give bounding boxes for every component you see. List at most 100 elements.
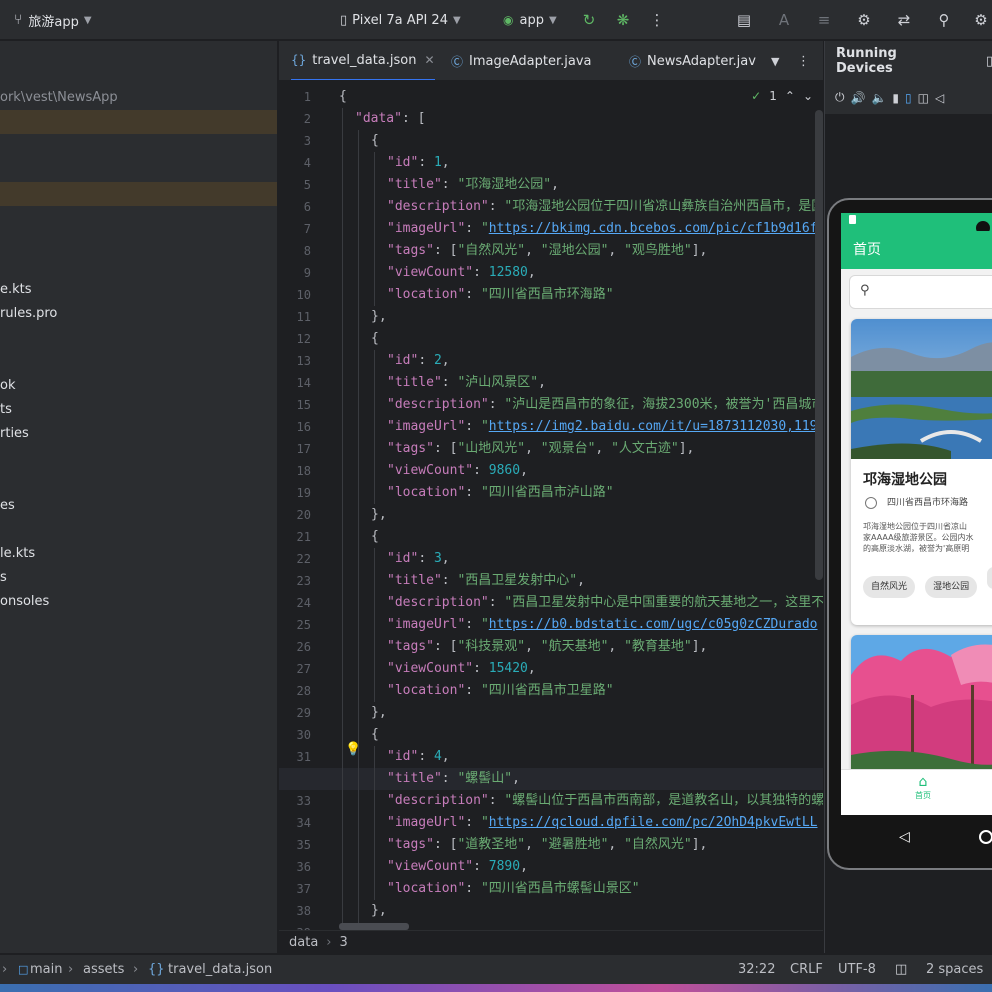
nav-home[interactable]: ⌂ 首页 [903,774,943,801]
attraction-card[interactable] [851,635,992,775]
code-line[interactable]: "id": 2, [339,350,450,372]
translate-icon[interactable]: A [773,9,795,31]
chevron-down-icon[interactable]: ⌄ [803,89,813,103]
tree-item[interactable]: le.kts [0,542,277,566]
code-line[interactable]: "title": "西昌卫星发射中心", [339,570,585,592]
more-vertical-icon[interactable]: ⋮ [646,9,668,31]
sync-icon[interactable]: ⇄ [893,9,915,31]
vertical-scrollbar[interactable] [815,110,823,580]
code-line[interactable]: "description": "螺髻山位于西昌市西南部，是道教名山，以其独特的螺 [339,790,823,812]
breadcrumb-item[interactable]: data [289,935,318,950]
code-line[interactable]: "tags": ["自然风光", "湿地公园", "观鸟胜地"], [339,240,707,262]
tab-image-adapter[interactable]: Ⓒ ImageAdapter.java [451,41,591,80]
code-line[interactable]: "location": "四川省西昌市螺髻山景区" [339,878,640,900]
tree-item[interactable]: e.kts [0,278,277,302]
tree-item[interactable]: es [0,494,277,518]
device-tab-icon[interactable]: ▯ [986,54,992,69]
readonly-toggle-icon[interactable]: ◫ [895,955,907,985]
power-icon[interactable]: ⏻ [835,90,845,105]
code-line[interactable]: "location": "四川省西昌市泸山路" [339,482,614,504]
tab-travel-data-json[interactable]: {} travel_data.json ✕ [291,41,435,80]
code-line[interactable]: }, [339,306,387,328]
code-line[interactable]: "description": "西昌卫星发射中心是中国重要的航天基地之一，这里不 [339,592,823,614]
debug-icon[interactable]: ❋ [612,9,634,31]
more-vertical-icon[interactable]: ⋮ [797,54,810,69]
tree-item[interactable]: ts [0,398,277,422]
rotate-right-icon[interactable]: ▯ [905,91,912,105]
code-line[interactable]: }, [339,702,387,724]
code-line[interactable]: "title": "泸山风景区", [339,372,546,394]
code-line[interactable]: "id": 3, [339,548,450,570]
code-line[interactable]: "tags": ["道教圣地", "避暑胜地", "自然风光"], [339,834,707,856]
status-breadcrumb-item[interactable]: main [30,955,62,985]
code-editor[interactable]: 1 2 3 4 5 6 7 8 9 10 11 12 13 14 15 16 17 18 19 20 21 22 23 24 2… [279,82,823,930]
caret-position[interactable]: 32:22 [738,955,775,985]
tag-chip[interactable]: 自然风光 [863,576,916,598]
attraction-card[interactable]: 邛海湿地公园 四川省西昌市环海路 邛海湿地公园位于四川省凉山 家AAAA级旅游景… [851,319,992,625]
code-line[interactable]: "description": "邛海湿地公园位于四川省凉山彝族自治州西昌市，是国 [339,196,823,218]
code-line[interactable]: "tags": ["科技景观", "航天基地", "教育基地"], [339,636,707,658]
code-line[interactable]: "location": "四川省西昌市卫星路" [339,680,614,702]
code-line[interactable]: }, [339,504,387,526]
tree-item[interactable]: ok [0,374,277,398]
bug-icon[interactable]: ⚙ [853,9,875,31]
code-line[interactable]: "title": "邛海湿地公园", [339,174,559,196]
rotate-left-icon[interactable]: ▮ [892,91,899,105]
code-line[interactable]: "imageUrl": "https://b0.bdstatic.com/ugc… [339,614,818,636]
search-input[interactable]: ⚲ [849,275,992,309]
tree-item[interactable]: rules.pro [0,302,277,326]
code-line[interactable]: "viewCount": 9860, [339,460,528,482]
fold-icon[interactable]: ◫ [918,91,929,105]
code-line[interactable]: "imageUrl": "https://bkimg.cdn.bcebos.co… [339,218,818,240]
line-ending[interactable]: CRLF [790,955,823,985]
tab-list-chevron-icon[interactable]: ▼ [771,55,779,68]
project-selector[interactable]: ⑂ 旅游app ▼ [14,0,92,40]
code-line[interactable]: "viewCount": 12580, [339,262,536,284]
code-line[interactable]: "location": "四川省西昌市环海路" [339,284,614,306]
status-breadcrumb-item[interactable]: assets [83,955,124,985]
tab-news-adapter[interactable]: Ⓒ NewsAdapter.jav [629,41,756,80]
tree-item[interactable]: onsoles [0,590,277,614]
indent-setting[interactable]: 2 spaces [926,955,983,985]
code-line[interactable]: }, [339,900,387,922]
horizontal-scrollbar[interactable] [339,923,409,930]
code-line[interactable]: "imageUrl": "https://qcloud.dpfile.com/p… [339,812,818,834]
file-encoding[interactable]: UTF-8 [838,955,876,985]
close-icon[interactable]: ✕ [424,53,434,67]
chevron-up-icon[interactable]: ⌃ [785,89,795,103]
code-line[interactable]: "viewCount": 7890, [339,856,528,878]
settings-gear-icon[interactable]: ⚙ [970,9,992,31]
device-selector[interactable]: ▯ Pixel 7a API 24 ▼ [340,0,461,40]
home-circle-icon[interactable] [979,830,992,844]
code-line[interactable]: "viewCount": 15420, [339,658,536,680]
code-line[interactable]: "tags": ["山地风光", "观景台", "人文古迹"], [339,438,694,460]
tag-chip[interactable] [987,567,992,589]
code-line[interactable]: "title": "螺髻山", [339,768,520,790]
code-line[interactable]: "description": "泸山是西昌市的象征，海拔2300米，被誉为'西昌… [339,394,823,416]
volume-up-icon[interactable]: 🔊 [851,91,866,105]
breadcrumb-item[interactable]: 3 [340,935,348,950]
back-icon[interactable]: ◁ [899,829,910,845]
phone-screen[interactable]: 首页 ⚲ 邛海湿地公园 四川省西昌市环海路 邛海湿地公园位于四川省凉山 家AAA… [841,213,992,815]
lightbulb-icon[interactable]: 💡 [345,742,361,757]
layout-inspector-icon[interactable]: ≡ [813,9,835,31]
status-breadcrumb-item[interactable]: travel_data.json [168,955,272,985]
running-devices-title[interactable]: Running Devices [825,46,956,76]
code-line[interactable]: "data": [ [339,108,425,130]
code-line[interactable]: "id": 1, [339,152,450,174]
code-line[interactable]: "imageUrl": "https://img2.baidu.com/it/u… [339,416,818,438]
code-line[interactable]: { [339,86,347,108]
search-icon[interactable]: ⚲ [933,9,955,31]
volume-down-icon[interactable]: 🔈 [871,91,886,105]
back-icon[interactable]: ◁ [935,91,944,105]
code-token: , [512,771,520,786]
tree-row-highlight[interactable] [0,182,277,206]
tree-row-highlight[interactable] [0,110,277,134]
device-manager-icon[interactable]: ▤ [733,9,755,31]
tag-chip[interactable]: 湿地公园 [925,576,978,598]
run-config-selector[interactable]: ◉ app ▼ [503,0,557,40]
tree-item[interactable]: s [0,566,277,590]
apply-changes-icon[interactable]: ↻ [578,9,600,31]
tree-item[interactable]: rties [0,422,277,446]
inspection-widget[interactable]: ✓ 1 ⌃ ⌄ [751,86,813,106]
